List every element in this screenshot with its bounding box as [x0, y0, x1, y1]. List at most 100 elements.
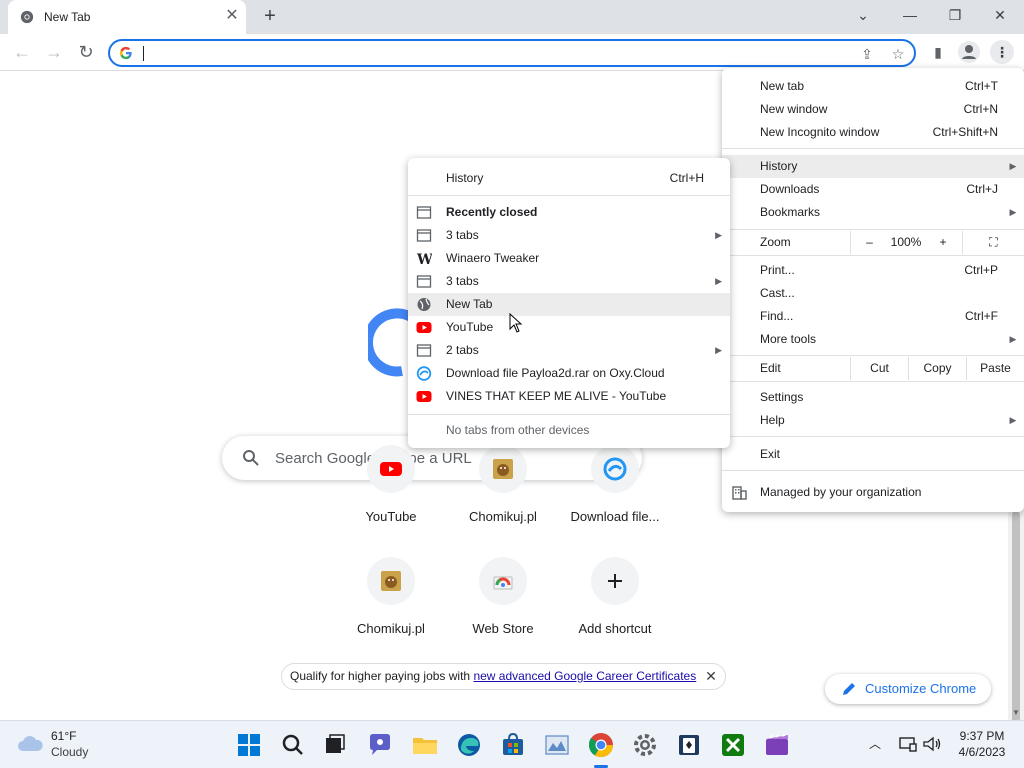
tab-search-icon[interactable]: ⌄ — [848, 4, 878, 26]
chrome-menu-button[interactable]: ⋮ — [990, 40, 1014, 64]
menu-downloads[interactable]: Downloads Ctrl+J — [722, 178, 1024, 201]
windows-start-icon[interactable] — [235, 731, 263, 759]
promo-close-icon[interactable]: ✕ — [703, 664, 719, 689]
toolbar: ← → ↻ ⇪ ☆ ▮ — [0, 34, 1024, 71]
side-panel-icon[interactable]: ▮ — [926, 40, 950, 64]
recently-closed-item[interactable]: W Winaero Tweaker — [408, 247, 730, 270]
search-icon[interactable] — [279, 731, 307, 759]
shortcut-chomikuj-2[interactable]: Chomikuj.pl — [335, 557, 447, 657]
menu-divider — [722, 229, 1024, 230]
tray-overflow-chevron-icon[interactable]: ︿ — [866, 735, 884, 753]
menu-settings[interactable]: Settings — [722, 386, 1024, 409]
recently-closed-item[interactable]: 2 tabs ▶ — [408, 339, 730, 362]
zoom-out-button[interactable]: – — [850, 231, 888, 254]
recently-closed-heading[interactable]: Recently closed — [408, 201, 730, 224]
menu-managed-by-org[interactable]: Managed by your organization — [722, 481, 1024, 504]
person-icon — [962, 45, 976, 59]
chat-icon[interactable] — [366, 731, 394, 759]
text-caret — [143, 46, 144, 61]
recently-closed-item[interactable]: 3 tabs ▶ — [408, 270, 730, 293]
microsoft-store-icon[interactable] — [499, 731, 527, 759]
settings-gear-icon[interactable] — [631, 731, 659, 759]
volume-icon[interactable] — [922, 735, 942, 753]
new-tab-button[interactable]: + — [258, 5, 282, 29]
shortcut-label: YouTube — [365, 509, 417, 524]
menu-divider — [722, 381, 1024, 382]
task-view-icon[interactable] — [321, 731, 349, 759]
promo-link[interactable]: new advanced Google Career Certificates — [473, 669, 696, 683]
shortcut-web-store[interactable]: Web Store — [447, 557, 559, 657]
shortcut-label: Chomikuj.pl — [469, 509, 537, 524]
shortcut-icon-tile — [367, 445, 415, 493]
menu-exit[interactable]: Exit — [722, 443, 1024, 466]
paste-button[interactable]: Paste — [966, 357, 1024, 380]
chomikuj-hamster-icon — [493, 459, 513, 479]
reload-icon[interactable]: ↻ — [74, 40, 98, 64]
chrome-icon[interactable] — [587, 731, 615, 759]
youtube-icon — [416, 391, 432, 402]
menu-find[interactable]: Find... Ctrl+F — [722, 305, 1024, 328]
window-icon — [416, 229, 432, 242]
scroll-down-arrow-icon[interactable]: ▼ — [1008, 706, 1024, 720]
customize-chrome-button[interactable]: Customize Chrome — [825, 674, 991, 704]
recently-closed-item[interactable]: Download file Payloa2d.rar on Oxy.Cloud — [408, 362, 730, 385]
recently-closed-item[interactable]: VINES THAT KEEP ME ALIVE - YouTube — [408, 385, 730, 408]
shortcut-label: Download file... — [570, 509, 660, 524]
xbox-icon[interactable] — [719, 731, 747, 759]
share-icon[interactable]: ⇪ — [858, 45, 876, 63]
file-explorer-icon[interactable] — [411, 731, 439, 759]
restore-button[interactable]: ❐ — [940, 4, 970, 26]
zoom-level: 100% — [890, 235, 922, 249]
bookmark-star-icon[interactable]: ☆ — [889, 45, 907, 63]
cut-button[interactable]: Cut — [850, 357, 908, 380]
shortcut-chomikuj[interactable]: Chomikuj.pl — [447, 445, 559, 545]
back-arrow-icon[interactable]: ← — [10, 40, 34, 64]
history-item-history[interactable]: History Ctrl+H — [408, 167, 730, 190]
menu-divider — [722, 255, 1024, 256]
menu-new-window[interactable]: New window Ctrl+N — [722, 98, 1024, 121]
add-shortcut-button[interactable]: Add shortcut — [559, 557, 671, 657]
tab-new-tab[interactable]: New Tab ✕ — [8, 0, 246, 34]
search-icon — [243, 450, 259, 466]
address-bar[interactable]: ⇪ ☆ — [108, 39, 916, 67]
shortcut-icon-tile — [479, 445, 527, 493]
shortcut-download-file[interactable]: Download file... — [559, 445, 671, 545]
fullscreen-icon[interactable]: ⛶ — [962, 231, 1024, 254]
shortcut-icon-tile — [591, 557, 639, 605]
profile-avatar[interactable] — [958, 41, 980, 63]
building-icon — [732, 486, 747, 500]
window-icon — [416, 275, 432, 288]
edge-icon[interactable] — [455, 731, 483, 759]
menu-bookmarks[interactable]: Bookmarks ▶ — [722, 201, 1024, 224]
submenu-arrow-icon: ▶ — [715, 345, 722, 355]
clipchamp-icon[interactable] — [763, 731, 791, 759]
menu-help[interactable]: Help ▶ — [722, 409, 1024, 432]
recently-closed-item[interactable]: New Tab — [408, 293, 730, 316]
menu-new-tab[interactable]: New tab Ctrl+T — [722, 75, 1024, 98]
forward-arrow-icon[interactable]: → — [42, 40, 66, 64]
recently-closed-item[interactable]: YouTube — [408, 316, 730, 339]
tab-close-icon[interactable]: ✕ — [224, 8, 240, 24]
solitaire-icon[interactable] — [675, 731, 703, 759]
menu-history[interactable]: History ▶ — [722, 155, 1024, 178]
menu-print[interactable]: Print... Ctrl+P — [722, 259, 1024, 282]
history-submenu: History Ctrl+H Recently closed 3 tabs ▶ … — [408, 158, 730, 448]
close-window-button[interactable]: ✕ — [985, 4, 1015, 26]
submenu-arrow-icon: ▶ — [1009, 161, 1017, 171]
youtube-icon — [416, 322, 432, 333]
mouse-cursor-icon — [509, 313, 523, 333]
menu-divider — [408, 414, 730, 415]
zoom-in-button[interactable]: + — [924, 231, 962, 254]
shortcut-youtube[interactable]: YouTube — [335, 445, 447, 545]
minimize-button[interactable]: — — [895, 4, 925, 26]
recently-closed-item[interactable]: 3 tabs ▶ — [408, 224, 730, 247]
photos-icon[interactable] — [543, 731, 571, 759]
weather-widget[interactable]: 61°F Cloudy — [10, 721, 100, 768]
menu-more-tools[interactable]: More tools ▶ — [722, 328, 1024, 351]
copy-button[interactable]: Copy — [908, 357, 966, 380]
submenu-arrow-icon: ▶ — [1009, 415, 1017, 425]
network-icon[interactable] — [898, 735, 918, 753]
menu-cast[interactable]: Cast... — [722, 282, 1024, 305]
customize-label: Customize Chrome — [865, 681, 977, 696]
menu-new-incognito-window[interactable]: New Incognito window Ctrl+Shift+N — [722, 121, 1024, 144]
